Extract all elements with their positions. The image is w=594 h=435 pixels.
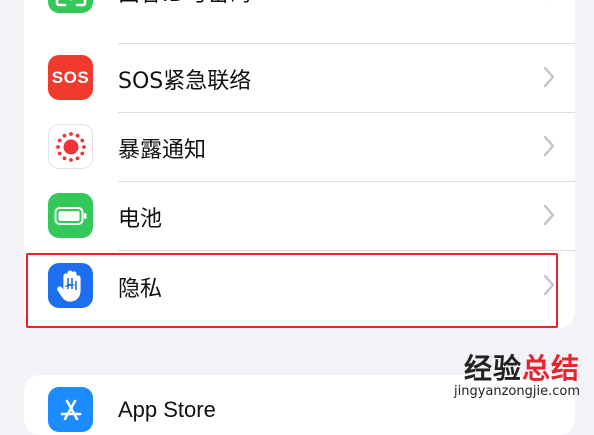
settings-row-label: App Store [118, 397, 216, 422]
settings-row-emergency-sos[interactable]: SOS SOS紧急联络 [24, 43, 575, 112]
privacy-highlight-box [26, 253, 558, 328]
settings-row-label: 面容ID与密码 [118, 0, 251, 8]
battery-icon [48, 193, 93, 238]
watermark-text-b: 总结 [521, 352, 580, 385]
settings-row-label: SOS紧急联络 [118, 69, 252, 94]
settings-row-label: 暴露通知 [118, 138, 207, 163]
face-id-icon [48, 0, 93, 13]
chevron-right-icon [543, 204, 555, 226]
settings-row-exposure-notifications[interactable]: 暴露通知 [24, 112, 575, 181]
watermark-title: 经验总结 [454, 353, 580, 385]
sos-icon-text: SOS [51, 67, 90, 87]
chevron-right-icon [543, 66, 555, 88]
sos-icon: SOS [48, 55, 93, 100]
chevron-right-icon [543, 135, 555, 157]
watermark-url: jingyanzongjie.com [453, 384, 580, 399]
exposure-notification-icon [48, 124, 93, 169]
watermark-text-a: 经验 [463, 352, 522, 385]
settings-row-label: 电池 [118, 207, 163, 232]
watermark: 经验总结 jingyanzongjie.com [454, 353, 580, 399]
chevron-right-icon [544, 0, 546, 1]
settings-row-face-id[interactable]: 面容ID与密码 [24, 0, 575, 25]
settings-row-battery[interactable]: 电池 [24, 181, 575, 250]
app-store-icon [48, 387, 93, 432]
